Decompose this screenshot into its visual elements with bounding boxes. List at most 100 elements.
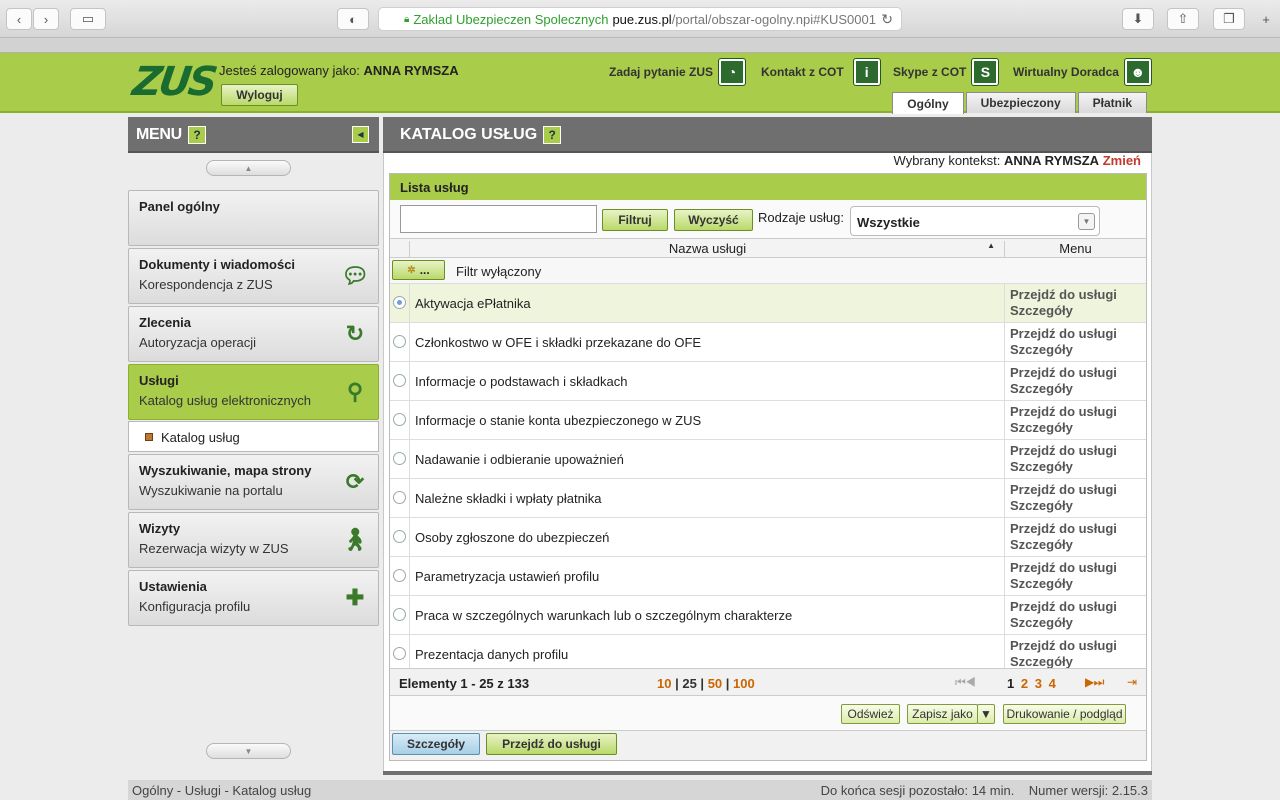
tab-ubezpieczony[interactable]: Ubezpieczony: [965, 92, 1076, 113]
go-to-service-link[interactable]: Przejdź do usługi: [1010, 287, 1146, 303]
bullet-icon: [145, 433, 153, 441]
search-input[interactable]: [400, 205, 597, 233]
contact-cot-link[interactable]: Kontakt z COT i: [761, 58, 881, 86]
details-button[interactable]: Szczegóły: [392, 733, 480, 755]
sidebar-toggle-icon[interactable]: ▭: [70, 8, 106, 30]
row-radio[interactable]: [393, 374, 406, 387]
table-row[interactable]: Należne składki i wpłaty płatnika Przejd…: [390, 479, 1146, 518]
go-to-service-link[interactable]: Przejdź do usługi: [1010, 560, 1146, 576]
sidebar-item-subtitle: Konfiguracja profilu: [139, 599, 251, 614]
tab-ogolny[interactable]: Ogólny: [892, 92, 964, 114]
sidebar-item-zlecenia[interactable]: Zlecenia Autoryzacja operacji ↻: [128, 306, 379, 362]
download-icon[interactable]: ⬇: [1122, 8, 1154, 30]
go-to-service-link[interactable]: Przejdź do usługi: [1010, 638, 1146, 654]
details-link[interactable]: Szczegóły: [1010, 615, 1146, 631]
sidebar-title-text: MENU: [136, 126, 182, 144]
row-radio[interactable]: [393, 413, 406, 426]
page-size-100[interactable]: 100: [733, 676, 755, 691]
go-to-service-link[interactable]: Przejdź do usługi: [1010, 482, 1146, 498]
details-link[interactable]: Szczegóły: [1010, 459, 1146, 475]
refresh-button[interactable]: Odśwież: [841, 704, 900, 724]
table-row[interactable]: Parametryzacja ustawień profilu Przejdź …: [390, 557, 1146, 596]
sidebar-item-dokumenty[interactable]: Dokumenty i wiadomości Korespondencja z …: [128, 248, 379, 304]
sidebar-item-wyszukiwanie[interactable]: Wyszukiwanie, mapa strony Wyszukiwanie n…: [128, 454, 379, 510]
clear-button[interactable]: Wyczyść: [674, 209, 753, 231]
details-link[interactable]: Szczegóły: [1010, 381, 1146, 397]
table-row[interactable]: Informacje o podstawach i składkach Prze…: [390, 362, 1146, 401]
save-as-dropdown-icon[interactable]: ▼: [977, 704, 995, 724]
details-link[interactable]: Szczegóły: [1010, 420, 1146, 436]
services-table: Nazwa usługi ▲ Menu ✲... Filtr wyłączony…: [390, 238, 1146, 668]
next-last-page-icons[interactable]: ▶ ⏭: [1085, 675, 1104, 690]
row-radio[interactable]: [393, 296, 406, 309]
help-icon[interactable]: ?: [187, 126, 206, 144]
logout-button[interactable]: Wyloguj: [221, 84, 298, 106]
logged-in-prefix: Jesteś zalogowany jako:: [219, 63, 360, 78]
help-icon[interactable]: ?: [543, 126, 562, 144]
skype-cot-link[interactable]: Skype z COT S: [893, 58, 1000, 86]
table-row[interactable]: Informacje o stanie konta ubezpieczonego…: [390, 401, 1146, 440]
address-bar[interactable]: 🔒︎ Zaklad Ubezpieczen Spolecznych pue.zu…: [378, 7, 902, 31]
go-to-service-link[interactable]: Przejdź do usługi: [1010, 521, 1146, 537]
filter-menu-button[interactable]: ✲...: [392, 260, 445, 280]
change-context-link[interactable]: Zmień: [1103, 153, 1141, 168]
table-row[interactable]: Praca w szczególnych warunkach lub o szc…: [390, 596, 1146, 635]
details-link[interactable]: Szczegóły: [1010, 537, 1146, 553]
reload-icon[interactable]: ↻: [881, 11, 893, 28]
save-as-button[interactable]: Zapisz jako: [907, 704, 978, 724]
details-link[interactable]: Szczegóły: [1010, 342, 1146, 358]
row-radio[interactable]: [393, 647, 406, 660]
row-radio[interactable]: [393, 452, 406, 465]
collapse-sidebar-icon[interactable]: ◀: [352, 126, 369, 143]
privacy-shield-icon[interactable]: ◐: [337, 8, 369, 30]
row-radio[interactable]: [393, 491, 406, 504]
details-link[interactable]: Szczegóły: [1010, 303, 1146, 319]
sidebar-item-ustawienia[interactable]: Ustawienia Konfiguracja profilu ✚: [128, 570, 379, 626]
zus-logo[interactable]: ZUS: [130, 59, 218, 105]
page-size-25[interactable]: 25: [682, 676, 696, 691]
service-type-select[interactable]: Wszystkie ▼: [850, 206, 1100, 236]
page-1[interactable]: 1: [1007, 676, 1014, 691]
virtual-advisor-link[interactable]: Wirtualny Doradca ☻: [1013, 58, 1152, 86]
page-size-50[interactable]: 50: [708, 676, 722, 691]
new-tab-icon[interactable]: +: [1255, 8, 1277, 30]
share-icon[interactable]: ⇧: [1167, 8, 1199, 30]
go-to-service-button[interactable]: Przejdź do usługi: [486, 733, 617, 755]
go-to-service-link[interactable]: Przejdź do usługi: [1010, 443, 1146, 459]
sidebar-item-uslugi[interactable]: Usługi Katalog usług elektronicznych ⚲: [128, 364, 379, 420]
filter-button[interactable]: Filtruj: [602, 209, 668, 231]
go-to-service-link[interactable]: Przejdź do usługi: [1010, 326, 1146, 342]
forward-icon[interactable]: ›: [33, 8, 59, 30]
go-to-service-link[interactable]: Przejdź do usługi: [1010, 599, 1146, 615]
print-preview-button[interactable]: Drukowanie / podgląd: [1003, 704, 1126, 724]
row-radio[interactable]: [393, 530, 406, 543]
page-4[interactable]: 4: [1049, 676, 1056, 691]
page-size-10[interactable]: 10: [657, 676, 671, 691]
details-link[interactable]: Szczegóły: [1010, 498, 1146, 514]
table-row[interactable]: Prezentacja danych profilu Przejdź do us…: [390, 635, 1146, 668]
tabs-overview-icon[interactable]: ❐: [1213, 8, 1245, 30]
show-all-icon[interactable]: ⇥: [1127, 675, 1137, 689]
page-3[interactable]: 3: [1035, 676, 1042, 691]
table-row[interactable]: Nadawanie i odbieranie upoważnień Przejd…: [390, 440, 1146, 479]
row-radio[interactable]: [393, 608, 406, 621]
go-to-service-link[interactable]: Przejdź do usługi: [1010, 365, 1146, 381]
sidebar-item-wizyty[interactable]: Wizyty Rezerwacja wizyty w ZUS 🚶︎: [128, 512, 379, 568]
sidebar-subitem-katalog-uslug[interactable]: Katalog usług: [128, 421, 379, 452]
sidebar-scroll-up-button[interactable]: ▲: [206, 160, 291, 176]
sidebar-item-panel-ogolny[interactable]: Panel ogólny: [128, 190, 379, 246]
table-row[interactable]: Członkostwo w OFE i składki przekazane d…: [390, 323, 1146, 362]
details-link[interactable]: Szczegóły: [1010, 576, 1146, 592]
back-icon[interactable]: ‹: [6, 8, 32, 30]
row-radio[interactable]: [393, 335, 406, 348]
sidebar-scroll-down-button[interactable]: ▼: [206, 743, 291, 759]
details-link[interactable]: Szczegóły: [1010, 654, 1146, 668]
table-row[interactable]: Osoby zgłoszone do ubezpieczeń Przejdź d…: [390, 518, 1146, 557]
column-header-name[interactable]: Nazwa usługi ▲: [409, 241, 1005, 259]
go-to-service-link[interactable]: Przejdź do usługi: [1010, 404, 1146, 420]
tab-platnik[interactable]: Płatnik: [1077, 92, 1147, 113]
row-radio[interactable]: [393, 569, 406, 582]
table-row[interactable]: Aktywacja ePłatnika Przejdź do usługi Szc…: [390, 284, 1146, 323]
page-2[interactable]: 2: [1021, 676, 1028, 691]
ask-zus-link[interactable]: Zadaj pytanie ZUS ◔: [609, 58, 747, 86]
